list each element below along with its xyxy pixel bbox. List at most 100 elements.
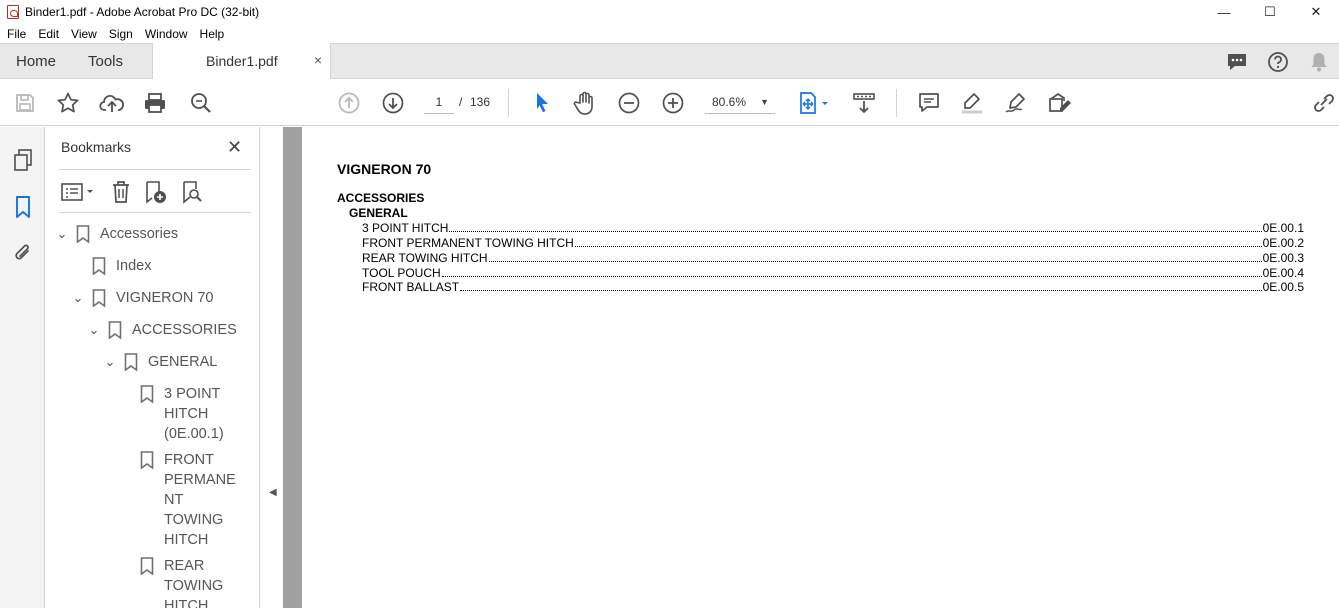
bookmark-item-front-permanent-towing-hitch[interactable]: FRONT PERMANE NT TOWING HITCH [118, 450, 236, 550]
toc-label: FRONT PERMANENT TOWING HITCH [362, 236, 574, 250]
comment-icon[interactable] [916, 90, 942, 116]
toc-row[interactable]: TOOL POUCH 0E.00.4 [362, 265, 1304, 280]
toc-row[interactable]: FRONT PERMANENT TOWING HITCH 0E.00.2 [362, 235, 1304, 250]
share-link-icon[interactable] [1311, 90, 1337, 116]
toc-leader-dots [574, 246, 1262, 247]
menu-file[interactable]: File [7, 27, 26, 41]
draw-freehand-icon[interactable] [1003, 90, 1029, 116]
bookmark-item-accessories[interactable]: ⌄ Accessories [54, 224, 178, 244]
close-window-button[interactable]: ✕ [1293, 0, 1339, 24]
scrolling-mode-icon[interactable] [851, 90, 877, 116]
menu-sign[interactable]: Sign [109, 27, 133, 41]
highlight-pen-icon[interactable] [959, 90, 985, 116]
bookmark-item-rear-towing-hitch[interactable]: REAR TOWING HITCH [118, 556, 223, 608]
acrobat-pdf-icon [7, 5, 19, 19]
navigation-rail [0, 127, 45, 608]
menu-window[interactable]: Window [145, 27, 188, 41]
page-number-input[interactable]: 1 [424, 92, 454, 114]
bookmark-icon [92, 257, 106, 275]
fill-sign-icon[interactable] [1047, 90, 1073, 116]
previous-page-icon[interactable] [336, 90, 362, 116]
tab-home[interactable]: Home [16, 53, 56, 70]
bookmarks-rail-icon[interactable] [10, 194, 36, 220]
minimize-button[interactable]: — [1201, 0, 1247, 24]
toc-ref: 0E.00.5 [1262, 280, 1304, 294]
tab-close-icon[interactable]: × [314, 52, 322, 68]
panel-splitter[interactable]: ◀ [261, 127, 283, 608]
window-title: Binder1.pdf - Adobe Acrobat Pro DC (32-b… [25, 5, 260, 19]
bookmark-item-index[interactable]: Index [70, 256, 151, 276]
document-subsection-heading: GENERAL [349, 206, 408, 220]
zoom-in-icon[interactable] [660, 90, 686, 116]
bookmark-options-icon[interactable] [59, 179, 97, 205]
bookmark-item-general[interactable]: ⌄ GENERAL [102, 352, 217, 372]
zoom-level-value: 80.6% [712, 95, 747, 109]
chevron-down-icon[interactable]: ⌄ [70, 288, 86, 308]
toc-label: 3 POINT HITCH [362, 221, 449, 235]
bookmark-icon [108, 321, 122, 339]
title-bar: Binder1.pdf - Adobe Acrobat Pro DC (32-b… [0, 0, 1339, 24]
bookmark-label: Index [116, 258, 152, 274]
menu-bar: File Edit View Sign Window Help [0, 24, 1339, 43]
document-gutter [283, 127, 302, 608]
hand-tool-icon[interactable] [572, 90, 598, 116]
bookmark-label: FRONT PERMANE NT TOWING HITCH [164, 452, 236, 548]
bookmarks-panel-title: Bookmarks [61, 139, 132, 155]
main-toolbar: 1 / 136 80.6% ▼ [0, 79, 1339, 126]
maximize-button[interactable]: ☐ [1247, 0, 1293, 24]
new-bookmark-icon[interactable] [143, 179, 169, 205]
toc-ref: 0E.00.3 [1262, 251, 1304, 265]
bookmark-icon [76, 225, 90, 243]
select-cursor-icon[interactable] [529, 90, 555, 116]
toc-ref: 0E.00.4 [1262, 266, 1304, 280]
page-thumbnails-icon[interactable] [10, 147, 36, 173]
toc-row[interactable]: REAR TOWING HITCH 0E.00.3 [362, 250, 1304, 265]
comment-chat-icon[interactable] [1225, 50, 1249, 74]
save-icon[interactable] [12, 90, 38, 116]
print-icon[interactable] [142, 90, 168, 116]
toc-row[interactable]: FRONT BALLAST 0E.00.5 [362, 279, 1304, 294]
toc-row[interactable]: 3 POINT HITCH 0E.00.1 [362, 220, 1304, 235]
bookmark-label: GENERAL [148, 354, 218, 370]
bookmark-item-vigneron-70[interactable]: ⌄ VIGNERON 70 [70, 288, 214, 308]
zoom-search-icon[interactable] [188, 90, 214, 116]
bookmarks-toolbar [59, 169, 251, 213]
toc-label: FRONT BALLAST [362, 280, 460, 294]
toc-label: TOOL POUCH [362, 266, 441, 280]
attachments-paperclip-icon[interactable] [10, 240, 36, 266]
bookmark-icon [124, 353, 138, 371]
menu-view[interactable]: View [71, 27, 97, 41]
notification-bell-icon[interactable] [1307, 50, 1331, 74]
bookmarks-panel: Bookmarks ✕ ⌄ Accessories Index ⌄ VIGNER… [46, 127, 260, 608]
zoom-level-select[interactable]: 80.6% ▼ [705, 92, 775, 114]
chevron-down-icon[interactable]: ⌄ [86, 320, 102, 340]
tab-bar: Home Tools Binder1.pdf × [0, 43, 1339, 80]
tab-tools[interactable]: Tools [88, 53, 123, 70]
toc-leader-dots [441, 276, 1262, 277]
chevron-down-icon[interactable]: ⌄ [54, 224, 70, 244]
close-panel-icon[interactable]: ✕ [227, 137, 242, 158]
collapse-panel-arrow-icon[interactable]: ◀ [269, 487, 277, 498]
menu-help[interactable]: Help [200, 27, 225, 41]
tab-document[interactable]: Binder1.pdf × [152, 43, 331, 80]
menu-edit[interactable]: Edit [38, 27, 59, 41]
toc-label: REAR TOWING HITCH [362, 251, 488, 265]
bookmark-label: VIGNERON 70 [116, 290, 214, 306]
zoom-out-icon[interactable] [616, 90, 642, 116]
chevron-down-icon: ▼ [760, 97, 769, 107]
upload-cloud-icon[interactable] [99, 90, 125, 116]
delete-bookmark-icon[interactable] [108, 179, 134, 205]
fit-page-icon[interactable] [796, 90, 832, 116]
help-icon[interactable] [1266, 50, 1290, 74]
chevron-down-icon[interactable]: ⌄ [102, 352, 118, 372]
bookmark-item-3-point-hitch[interactable]: 3 POINT HITCH (0E.00.1) [118, 384, 224, 444]
bookmark-label: Accessories [100, 226, 179, 242]
star-bookmark-icon[interactable] [55, 90, 81, 116]
bookmark-icon [92, 289, 106, 307]
bookmark-item-accessories-section[interactable]: ⌄ ACCESSORIES [86, 320, 237, 340]
toolbar-divider [896, 89, 897, 117]
find-bookmark-icon[interactable] [179, 179, 205, 205]
document-title: VIGNERON 70 [337, 161, 432, 177]
tab-document-label: Binder1.pdf [206, 53, 278, 69]
next-page-icon[interactable] [380, 90, 406, 116]
